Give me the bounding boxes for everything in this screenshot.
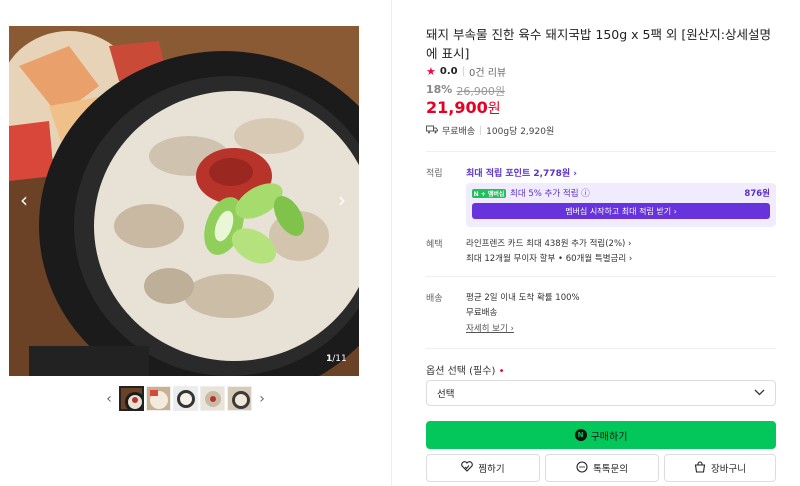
thumbnail[interactable] [173,386,198,411]
max-points-link[interactable]: 최대 적립 포인트 2,778원 › [466,166,577,179]
shipping-row: 무료배송 | 100g당 2,920원 [426,124,554,137]
discount-rate: 18% [426,83,453,96]
gallery-prev-arrow[interactable]: ‹ [12,188,36,212]
shipping-text: 무료배송 [442,127,476,137]
cart-label: 장바구니 [711,464,746,475]
heart-icon [461,461,474,475]
thumbnail-image [121,388,142,409]
thumbnail[interactable] [146,386,171,411]
thumbnail-image [174,387,197,410]
secondary-actions: 찜하기 톡톡문의 장바구니 [426,454,776,482]
chevron-down-icon [754,388,765,399]
option-select[interactable]: 선택 [426,380,776,406]
delivery-estimate: 평균 2일 이내 도착 확률 100% [466,293,580,303]
star-icon: ★ [426,65,436,78]
points-label: 적립 [426,169,443,179]
wishlist-button[interactable]: 찜하기 [426,454,540,482]
product-main-image[interactable] [9,26,359,376]
buy-button[interactable]: N 구매하기 [426,421,776,449]
sale-price-value: 21,900 [426,98,488,117]
product-title: 돼지 부속물 진한 육수 돼지국밥 150g x 5팩 외 [원산지:상세설명에… [426,27,771,61]
thumb-next-arrow[interactable]: › [254,387,270,411]
divider [426,151,776,152]
product-gallery: ‹ › 1/11 ‹ › [0,0,392,486]
sale-price: 21,900원 [426,98,501,118]
separator: | [479,125,483,136]
required-mark: • [498,366,505,377]
original-price: 26,900원 [456,85,505,98]
delivery-detail-link[interactable]: 자세히 보기 › [466,322,514,334]
delivery-fee: 무료배송 [466,308,498,318]
thumbnail-image [147,387,170,410]
talk-inquiry-button[interactable]: 톡톡문의 [545,454,659,482]
buy-button-label: 구매하기 [590,431,628,443]
thumbnail-strip: ‹ › [101,386,270,411]
unit-price: 100g당 2,920원 [486,127,555,137]
npay-icon: N [574,429,587,441]
membership-points-box: N + 멤버십 최대 5% 추가 적립 ⓘ 876원 멤버십 시작하고 최대 적… [466,183,776,227]
cart-button[interactable]: 장바구니 [664,454,776,482]
counter-total: /11 [332,354,347,364]
extra-points-amount: 876원 [744,189,770,199]
option-label: 옵션 선택 (필수) • [426,362,504,377]
gallery-next-arrow[interactable]: › [330,188,354,212]
installment-benefit-link[interactable]: 최대 12개월 무이자 할부 • 60개월 특별금리 › [466,252,632,264]
card-benefit-link[interactable]: 라인프렌즈 카드 최대 438원 추가 적립(2%) › [466,237,631,249]
thumbnail-image [201,387,224,410]
image-counter: 1/11 [326,354,347,364]
option-select-value: 선택 [437,389,455,400]
review-count[interactable]: 0건 리뷰 [469,64,506,79]
divider [426,348,776,349]
thumbnail[interactable] [119,386,144,411]
option-label-text: 옵션 선택 (필수) [426,366,496,377]
thumbnail[interactable] [227,386,252,411]
separator: | [461,66,465,77]
benefits-label: 혜택 [426,240,443,250]
discount-row: 18% 26,900원 [426,83,505,99]
shopping-bag-icon [694,460,706,476]
delivery-label: 배송 [426,294,443,304]
start-membership-button[interactable]: 멤버십 시작하고 최대 적립 받기 › [472,203,770,219]
extra-points-text: 최대 5% 추가 적립 ⓘ [510,189,590,199]
thumb-prev-arrow[interactable]: ‹ [101,387,117,411]
divider [426,276,776,277]
npay-membership-badge: N + 멤버십 [472,189,506,198]
wishlist-label: 찜하기 [478,464,505,475]
rating-row: ★ 0.0 | 0건 리뷰 [426,64,506,79]
pork-soup-illustration [9,26,359,376]
truck-icon [426,125,438,137]
rating-score: 0.0 [439,66,458,77]
sale-price-unit: 원 [487,101,501,117]
thumbnail[interactable] [200,386,225,411]
talk-inquiry-label: 톡톡문의 [593,464,628,475]
thumbnail-image [228,387,251,410]
chat-icon [576,460,588,476]
